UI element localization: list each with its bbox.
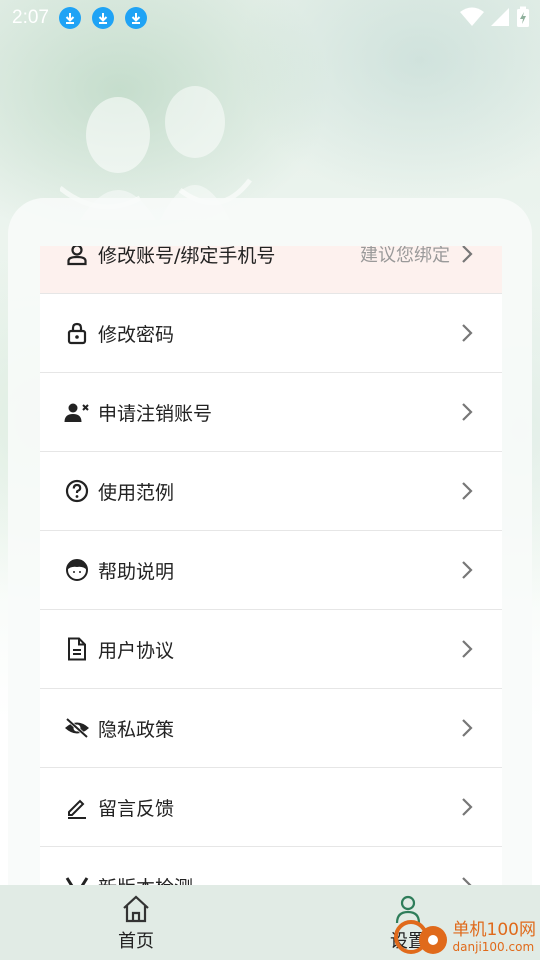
document-icon [64,636,90,662]
chevron-right-icon [462,640,473,658]
question-icon [64,478,90,504]
user-remove-icon [64,399,90,425]
settings-item-feedback[interactable]: 留言反馈 [40,768,502,847]
settings-item-change-password[interactable]: 修改密码 [40,294,502,373]
settings-item-label: 留言反馈 [98,797,175,820]
edit-icon [64,794,90,820]
chevron-right-icon [462,482,473,500]
settings-item-usage-examples[interactable]: 使用范例 [40,452,502,531]
signal-icon [491,8,509,26]
status-time: 2:07 [12,7,49,28]
watermark-title: 单机100网 [452,919,536,940]
site-watermark: 单机100网 danji100.com [393,918,536,956]
watermark-logo-icon [393,920,447,954]
settings-item-label: 申请注销账号 [98,402,213,425]
chevron-right-icon [462,719,473,737]
settings-item-privacy-policy[interactable]: 隐私政策 [40,689,502,768]
chevron-right-icon [462,324,473,342]
settings-item-label: 新版本检测 [98,873,193,887]
download-icon [91,7,114,29]
settings-item-delete-account[interactable]: 申请注销账号 [40,373,502,452]
settings-item-label: 帮助说明 [98,560,175,583]
watermark-url: danji100.com [452,939,535,954]
tab-home-label: 首页 [118,931,154,952]
settings-item-label: 修改密码 [98,323,175,346]
eye-off-icon [64,715,90,741]
user-icon [64,246,90,267]
chevron-right-icon [462,798,473,816]
status-bar: 2:07 [0,0,540,36]
settings-item-help[interactable]: 帮助说明 [40,531,502,610]
wifi-icon [460,7,484,26]
chevron-right-icon [462,561,473,579]
download-icon [58,7,81,29]
tab-home[interactable]: 首页 [108,893,164,953]
chevron-right-icon [462,246,473,263]
settings-item-label: 隐私政策 [98,718,175,741]
chevron-right-icon [462,403,473,421]
settings-item-hint: 建议您绑定 [360,246,450,266]
settings-item-change-account[interactable]: 修改账号/绑定手机号 建议您绑定 [40,246,502,294]
help-face-icon [64,557,90,583]
lock-icon [64,320,90,346]
download-icon [124,7,147,29]
settings-item-label: 用户协议 [98,639,175,662]
settings-item-label: 使用范例 [98,481,175,504]
battery-charging-icon [517,6,529,27]
settings-list: 修改账号/绑定手机号 建议您绑定 修改密码 申请注销账号 使用范例 帮助说明 用… [40,246,502,886]
settings-item-label: 修改账号/绑定手机号 [98,246,276,267]
home-icon [123,895,149,923]
settings-item-user-agreement[interactable]: 用户协议 [40,610,502,689]
settings-item-version-check[interactable]: 新版本检测 [40,847,502,886]
